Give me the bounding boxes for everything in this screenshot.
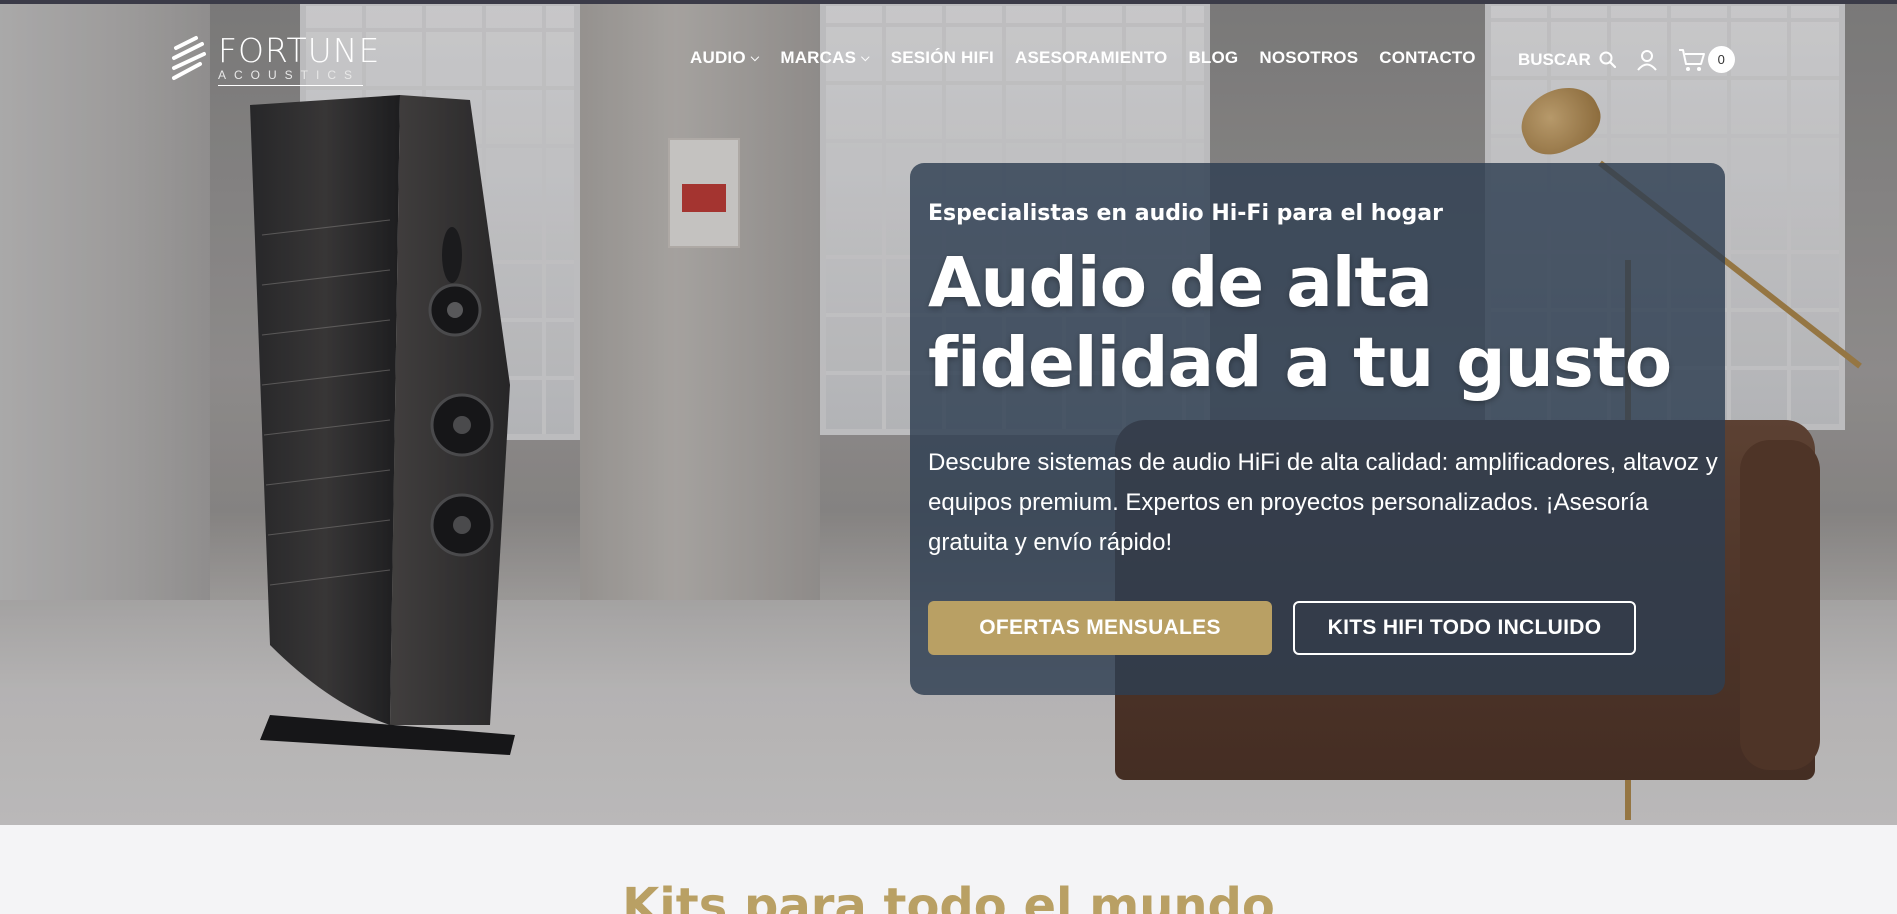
brand-logo[interactable]: FORTUNE ACOUSTICS	[170, 34, 380, 86]
nav-item-contacto[interactable]: CONTACTO	[1379, 48, 1475, 68]
nav-item-blog[interactable]: BLOG	[1188, 48, 1238, 68]
nav-item-audio[interactable]: AUDIO ⌵	[690, 48, 759, 68]
nav-item-label: MARCAS	[780, 48, 857, 67]
user-icon	[1636, 49, 1657, 71]
chevron-down-icon: ⌵	[750, 51, 760, 64]
nav-item-label: AUDIO	[690, 48, 746, 67]
nav-item-label: SESIÓN HIFI	[890, 48, 994, 67]
hifi-kits-button[interactable]: KITS HIFI TODO INCLUIDO	[1293, 601, 1636, 655]
hero-card: Especialistas en audio Hi-Fi para el hog…	[910, 163, 1725, 695]
chevron-down-icon: ⌵	[861, 51, 870, 64]
section-title: Kits para todo el mundo	[622, 878, 1275, 914]
brand-name: FORTUNE	[218, 31, 381, 70]
top-border	[0, 0, 1897, 4]
nav-item-sesion-hifi[interactable]: SESIÓN HIFI	[891, 48, 994, 68]
hero-description: Descubre sistemas de audio HiFi de alta …	[928, 449, 1718, 556]
nav-item-label: NOSOTROS	[1259, 48, 1359, 67]
nav-item-label: ASESORAMIENTO	[1014, 48, 1168, 67]
brand-subtitle: ACOUSTICS	[218, 69, 363, 86]
nav-item-asesoramiento[interactable]: ASESORAMIENTO	[1015, 48, 1167, 68]
nav-item-nosotros[interactable]: NOSOTROS	[1259, 48, 1358, 68]
hero-eyebrow: Especialistas en audio Hi-Fi para el hog…	[928, 201, 1443, 226]
logo-mark-icon	[172, 36, 206, 80]
cart-icon	[1678, 48, 1705, 71]
search-label: BUSCAR	[1518, 49, 1591, 69]
cart-count-badge: 0	[1707, 46, 1735, 73]
nav-item-marcas[interactable]: MARCAS ⌵	[780, 48, 869, 68]
nav-item-label: BLOG	[1188, 48, 1239, 67]
main-nav: AUDIO ⌵ MARCAS ⌵ SESIÓN HIFI ASESORAMIEN…	[690, 48, 1476, 68]
account-button[interactable]	[1634, 47, 1660, 73]
monthly-offers-button[interactable]: OFERTAS MENSUALES	[928, 601, 1272, 655]
nav-item-label: CONTACTO	[1379, 48, 1476, 67]
search-icon	[1599, 51, 1616, 68]
search-button[interactable]: BUSCAR	[1518, 50, 1616, 70]
hero-headline: Audio de alta fidelidad a tu gusto	[928, 243, 1672, 403]
header-actions: BUSCAR 0	[1518, 46, 1735, 73]
cart-button[interactable]: 0	[1678, 46, 1735, 73]
